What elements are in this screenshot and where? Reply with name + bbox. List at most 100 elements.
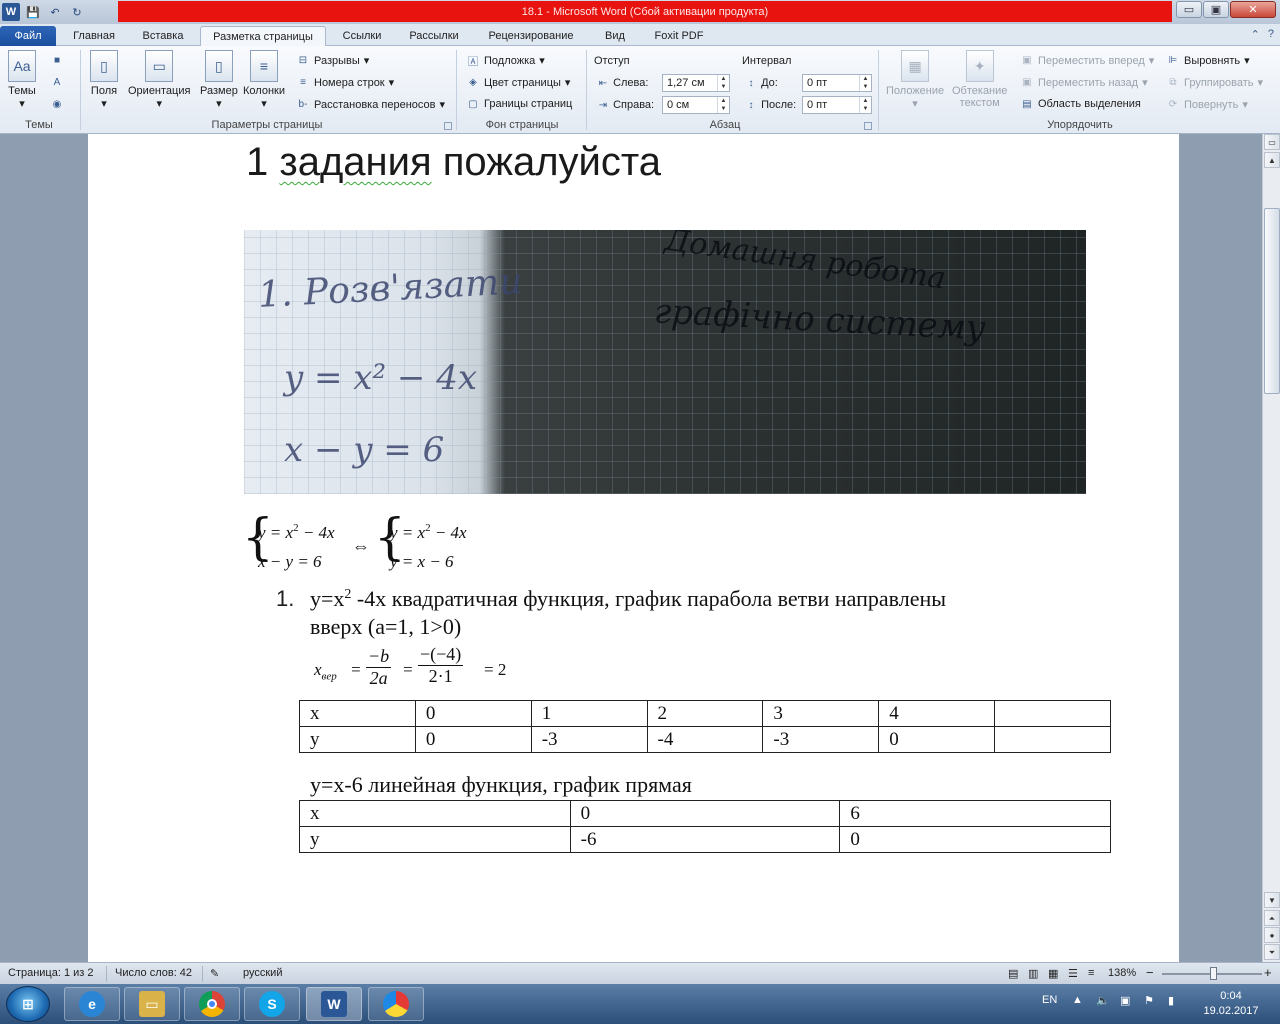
paragraph-launcher-icon[interactable] <box>864 122 872 130</box>
tab-page-layout[interactable]: Разметка страницы <box>200 26 326 47</box>
network-icon[interactable]: ▣ <box>1120 994 1130 1007</box>
spin-arrows-icon[interactable]: ▲ ▼ <box>717 97 729 113</box>
status-language[interactable]: русский <box>243 967 282 979</box>
vertical-scrollbar[interactable]: ▭ ▲ ▼ ⏶ ● ⏷ <box>1262 134 1280 962</box>
tab-mailings[interactable]: Рассылки <box>398 26 470 46</box>
system-clock[interactable]: 0:04 19.02.2017 <box>1196 989 1266 1019</box>
misspelled-word[interactable]: задания <box>279 140 431 184</box>
battery-icon[interactable]: ▮ <box>1168 994 1174 1007</box>
zoom-level[interactable]: 138% <box>1108 967 1136 979</box>
save-icon[interactable]: 💾 <box>24 3 42 21</box>
collapse-ribbon-icon[interactable]: ⌃ <box>1251 28 1260 41</box>
table-cell[interactable]: 0 <box>414 726 532 753</box>
bring-forward-button[interactable]: ▣ Переместить вперед ▾ <box>1020 54 1154 68</box>
indent-left-field[interactable]: 1,27 см ▲ ▼ <box>662 74 730 92</box>
previous-page-icon[interactable]: ⏶ <box>1264 910 1280 926</box>
volume-icon[interactable]: 🔈 <box>1096 994 1110 1007</box>
table-cell[interactable]: -4 <box>646 726 764 753</box>
table-cell[interactable]: 6 <box>839 800 1111 827</box>
taskbar-ie[interactable]: e <box>64 987 120 1021</box>
undo-icon[interactable]: ↶ <box>46 3 64 21</box>
table-cell[interactable]: y <box>299 726 416 753</box>
tab-file[interactable]: Файл <box>0 26 56 46</box>
item1-line2[interactable]: вверх (a=1, 1>0) <box>310 614 461 640</box>
close-button[interactable]: ✕ <box>1230 1 1276 18</box>
next-page-icon[interactable]: ⏷ <box>1264 944 1280 960</box>
margins-button[interactable]: ▯ Поля ▾ <box>90 50 118 110</box>
indent-right-field[interactable]: 0 см ▲ ▼ <box>662 96 730 114</box>
view-print-layout-icon[interactable]: ▤ <box>1008 967 1018 980</box>
start-button[interactable]: ⊞ <box>6 986 50 1022</box>
zoom-out-icon[interactable]: − <box>1146 965 1154 980</box>
ruler-toggle-icon[interactable]: ▭ <box>1264 134 1280 150</box>
table-cell[interactable]: -3 <box>530 726 648 753</box>
action-center-icon[interactable]: ⚑ <box>1144 994 1154 1007</box>
table-cell[interactable]: -6 <box>569 826 841 853</box>
status-word-count[interactable]: Число слов: 42 <box>115 967 192 979</box>
page-setup-launcher-icon[interactable] <box>444 122 452 130</box>
align-button[interactable]: ⊫ Выровнять ▾ <box>1166 54 1250 68</box>
spacing-after-field[interactable]: 0 пт ▲ ▼ <box>802 96 872 114</box>
help-icon[interactable]: ? <box>1268 28 1274 41</box>
line-numbers-button[interactable]: ≡ Номера строк ▾ <box>296 76 394 90</box>
view-outline-icon[interactable]: ☰ <box>1068 967 1078 980</box>
minimize-button[interactable]: ▭ <box>1176 1 1202 18</box>
document-heading[interactable]: 1 задания пожалуйста <box>246 140 661 185</box>
scroll-up-icon[interactable]: ▲ <box>1264 152 1280 168</box>
item1-line1[interactable]: y=x2 -4x квадратичная функция, график па… <box>310 586 946 612</box>
table-cell[interactable]: y <box>299 826 571 853</box>
word-app-icon[interactable]: W <box>2 3 20 21</box>
theme-colors-icon[interactable]: ■ <box>50 54 64 66</box>
homework-photo[interactable]: 1. Розв'язати графічно систему Домашня р… <box>244 230 1086 494</box>
orientation-button[interactable]: ▭ Ориентация ▾ <box>128 50 190 110</box>
spin-arrows-icon[interactable]: ▲ ▼ <box>717 75 729 91</box>
page-color-button[interactable]: ◈ Цвет страницы ▾ <box>466 76 570 90</box>
table-cell[interactable]: 2 <box>646 700 764 727</box>
table-cell[interactable] <box>994 700 1111 727</box>
values-table-line[interactable]: x 0 6 y -6 0 <box>299 800 1111 853</box>
watermark-button[interactable]: 🄰 Подложка ▾ <box>466 54 545 69</box>
page-borders-button[interactable]: ▢ Границы страниц <box>466 98 572 110</box>
theme-effects-icon[interactable]: ◉ <box>50 98 64 110</box>
input-language[interactable]: EN <box>1042 994 1057 1006</box>
view-full-screen-icon[interactable]: ▥ <box>1028 967 1038 980</box>
columns-button[interactable]: ≡ Колонки ▾ <box>243 50 285 110</box>
taskbar-chrome[interactable] <box>184 987 240 1021</box>
show-hidden-icons-icon[interactable]: ▲ <box>1072 994 1083 1006</box>
selection-pane-button[interactable]: ▤ Область выделения <box>1020 98 1141 110</box>
spin-arrows-icon[interactable]: ▲ ▼ <box>859 97 871 113</box>
themes-button[interactable]: Aa Темы ▾ <box>8 50 36 110</box>
taskbar-word[interactable]: W <box>306 987 362 1021</box>
table-cell[interactable]: 4 <box>878 700 996 727</box>
breaks-button[interactable]: ⊟ Разрывы ▾ <box>296 54 370 68</box>
tab-view[interactable]: Вид <box>592 26 638 46</box>
table-cell[interactable]: 3 <box>762 700 880 727</box>
tab-home[interactable]: Главная <box>62 26 126 46</box>
size-button[interactable]: ▯ Размер ▾ <box>200 50 238 110</box>
tab-insert[interactable]: Вставка <box>132 26 194 46</box>
status-page[interactable]: Страница: 1 из 2 <box>8 967 94 979</box>
taskbar-app[interactable] <box>368 987 424 1021</box>
scrollbar-thumb[interactable] <box>1264 208 1280 394</box>
table-cell[interactable]: 0 <box>569 800 841 827</box>
send-backward-button[interactable]: ▣ Переместить назад ▾ <box>1020 76 1147 90</box>
theme-fonts-icon[interactable]: A <box>50 76 64 88</box>
spacing-before-field[interactable]: 0 пт ▲ ▼ <box>802 74 872 92</box>
table-cell[interactable] <box>994 726 1111 753</box>
hyphenation-button[interactable]: b‐ Расстановка переносов ▾ <box>296 98 445 112</box>
tab-references[interactable]: Ссылки <box>332 26 392 46</box>
zoom-in-icon[interactable]: + <box>1264 965 1272 980</box>
maximize-button[interactable]: ▣ <box>1203 1 1229 18</box>
values-table-parabola[interactable]: x 0 1 2 3 4 y 0 -3 -4 -3 0 <box>299 700 1111 753</box>
proofing-icon[interactable]: ✎ <box>210 967 219 980</box>
linear-function-line[interactable]: y=x-6 линейная функция, график прямая <box>310 772 692 798</box>
position-button[interactable]: ▦ Положение ▾ <box>886 50 944 110</box>
table-cell[interactable]: 0 <box>878 726 996 753</box>
zoom-slider-thumb[interactable] <box>1210 967 1217 980</box>
scroll-down-icon[interactable]: ▼ <box>1264 892 1280 908</box>
table-cell[interactable]: x <box>299 800 571 827</box>
table-cell[interactable]: 0 <box>839 826 1111 853</box>
spin-arrows-icon[interactable]: ▲ ▼ <box>859 75 871 91</box>
tab-foxit-pdf[interactable]: Foxit PDF <box>644 26 714 46</box>
table-cell[interactable]: x <box>299 700 416 727</box>
